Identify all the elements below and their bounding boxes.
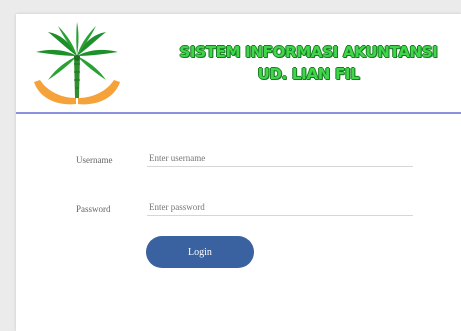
- palm-tree-logo-icon: [34, 22, 120, 105]
- username-label: Username: [76, 155, 113, 165]
- app-title: SISTEM INFORMASI AKUNTANSI UD. LIAN FIL: [156, 42, 461, 84]
- login-button[interactable]: Login: [146, 236, 254, 268]
- title-line-1: SISTEM INFORMASI AKUNTANSI: [179, 43, 438, 61]
- password-input[interactable]: [147, 199, 413, 216]
- login-card: SISTEM INFORMASI AKUNTANSI UD. LIAN FIL …: [16, 14, 461, 331]
- header: SISTEM INFORMASI AKUNTANSI UD. LIAN FIL: [16, 14, 461, 114]
- username-input[interactable]: [147, 150, 413, 167]
- title-line-2: UD. LIAN FIL: [257, 65, 360, 83]
- password-label: Password: [76, 204, 111, 214]
